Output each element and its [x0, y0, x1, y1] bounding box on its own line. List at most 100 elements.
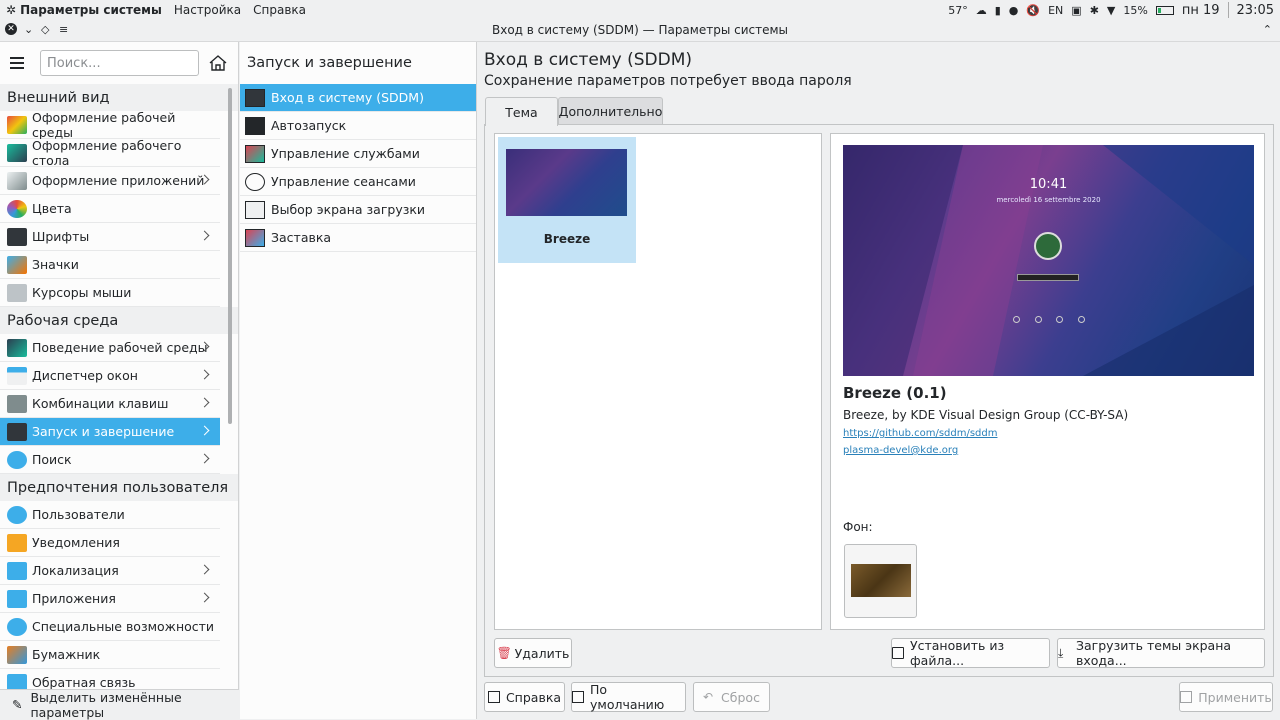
background-thumbnail — [851, 564, 911, 597]
sidebar-item[interactable]: Оформление рабочей среды — [0, 110, 220, 140]
search-icon — [7, 450, 27, 469]
sidebar-item[interactable]: Цвета — [0, 195, 220, 223]
sidebar-item-label: Оформление рабочего стола — [32, 137, 182, 168]
keyboard-layout[interactable]: EN — [1048, 4, 1063, 17]
wallet-icon — [7, 645, 27, 664]
subcategory-item[interactable]: Выбор экрана загрузки — [240, 196, 476, 224]
sidebar-item[interactable]: Запуск и завершение — [0, 418, 220, 446]
theme-email-link[interactable]: plasma-devel@kde.org — [843, 445, 958, 456]
chevron-right-icon — [199, 592, 210, 603]
sidebar-item[interactable]: Диспетчер окон — [0, 362, 220, 390]
sidebar-item[interactable]: Оформление приложений — [0, 167, 220, 195]
monitor-icon — [245, 88, 265, 107]
sidebar-item-label: Значки — [32, 257, 79, 272]
battery-percent[interactable]: 15% — [1123, 4, 1147, 17]
temperature-readout[interactable]: 57° — [948, 4, 968, 17]
sidebar-item[interactable]: Локализация — [0, 557, 220, 585]
sidebar-item[interactable]: Пользователи — [0, 501, 220, 529]
volume-muted-icon[interactable]: 🔇 — [1026, 4, 1040, 17]
theme-thumbnail — [506, 149, 627, 216]
day-label[interactable]: пн 19 — [1182, 3, 1220, 18]
tab-theme[interactable]: Тема — [485, 97, 558, 126]
download-themes-button[interactable]: ⤓ Загрузить темы экрана входа... — [1057, 638, 1265, 668]
clipboard-icon[interactable]: ▮ — [995, 4, 1001, 17]
sidebar-item[interactable]: Оформление рабочего стола — [0, 137, 220, 168]
delete-button[interactable]: 🗑 Удалить — [494, 638, 572, 668]
apply-label: Применить — [1198, 689, 1272, 705]
sidebar-item[interactable]: Бумажник — [0, 641, 220, 669]
menu-settings[interactable]: Настройка — [174, 3, 241, 17]
sidebar-item-label: Пользователи — [32, 507, 125, 522]
theme-preview-image: 10:41 mercoledì 16 settembre 2020 — [843, 145, 1254, 376]
reset-button[interactable]: ↶ Сброс — [693, 682, 770, 712]
accessibility-icon — [7, 617, 27, 636]
reset-label: Сброс — [721, 689, 760, 705]
app-menu-title[interactable]: Параметры системы — [20, 3, 162, 17]
network-icon[interactable]: ▣ — [1071, 4, 1081, 17]
subcategory-item[interactable]: Автозапуск — [240, 112, 476, 140]
subcategory-item[interactable]: Управление сеансами — [240, 168, 476, 196]
sidebar-category-list: Внешний вид Оформление рабочей среды Оформ… — [0, 84, 238, 697]
highlight-changed-button[interactable]: ✎ Выделить изменённые параметры — [0, 689, 239, 720]
bluetooth-icon[interactable]: ✱ — [1090, 4, 1099, 17]
chevron-right-icon — [199, 369, 210, 380]
sidebar-item-label: Локализация — [32, 563, 119, 578]
sidebar-item-label: Цвета — [32, 201, 72, 216]
subcategory-item-label: Заставка — [271, 230, 332, 245]
sidebar-item[interactable]: Поведение рабочей среды — [0, 334, 220, 362]
tab-advanced[interactable]: Дополнительно — [558, 97, 663, 125]
subcategory-item-label: Управление сеансами — [271, 174, 416, 189]
subcategory-item[interactable]: Вход в систему (SDDM) — [240, 84, 476, 112]
theme-detail-title: Breeze (0.1) — [843, 384, 947, 402]
sidebar-category-header: Предпочтения пользователя — [0, 474, 238, 501]
notification-icon[interactable]: ● — [1009, 4, 1019, 17]
sidebar-item-label: Обратная связь — [32, 675, 136, 690]
home-icon[interactable] — [208, 54, 228, 72]
help-button[interactable]: Справка — [484, 682, 565, 712]
chevron-right-icon — [199, 397, 210, 408]
weather-icon[interactable]: ☁ — [976, 4, 987, 17]
background-image-button[interactable] — [844, 544, 917, 618]
menu-help[interactable]: Справка — [253, 3, 306, 17]
cursor-icon — [7, 283, 27, 302]
theme-card-name: Breeze — [543, 232, 591, 246]
sidebar-item-label: Шрифты — [32, 229, 90, 244]
screen-locker-icon — [245, 228, 265, 247]
maximize-icon[interactable]: ⌃ — [1263, 23, 1272, 36]
bell-icon — [7, 533, 27, 552]
apply-icon — [1180, 691, 1193, 703]
tray-expand-icon[interactable]: ▼ — [1107, 4, 1115, 17]
install-from-file-button[interactable]: Установить из файла... — [891, 638, 1050, 668]
sidebar-item[interactable]: Курсоры мыши — [0, 279, 220, 307]
install-from-file-label: Установить из файла... — [910, 638, 1005, 668]
preview-date: mercoledì 16 settembre 2020 — [996, 196, 1101, 204]
subcategory-item[interactable]: Заставка — [240, 224, 476, 252]
sidebar-item[interactable]: Приложения — [0, 585, 220, 613]
preview-actions — [1013, 316, 1085, 328]
pen-icon: ✎ — [12, 697, 23, 712]
sidebar-item-label: Комбинации клавиш — [32, 396, 169, 411]
highlight-changed-label: Выделить изменённые параметры — [30, 689, 182, 720]
sidebar-item[interactable]: Поиск — [0, 446, 220, 474]
sidebar-item[interactable]: Значки — [0, 251, 220, 279]
app-launcher-icon[interactable]: ✲ — [6, 3, 16, 17]
preview-clock: 10:41 — [1029, 177, 1068, 192]
hamburger-menu-icon[interactable] — [8, 56, 26, 70]
sidebar-item[interactable]: Уведомления — [0, 529, 220, 557]
clock[interactable]: 23:05 — [1237, 3, 1274, 18]
startup-icon — [7, 422, 27, 441]
theme-website-link[interactable]: https://github.com/sddm/sddm — [843, 428, 997, 439]
sidebar-item[interactable]: Шрифты — [0, 223, 220, 251]
session-icon — [245, 172, 265, 191]
defaults-button[interactable]: По умолчанию — [571, 682, 686, 712]
sidebar-item[interactable]: Комбинации клавиш — [0, 390, 220, 418]
chevron-right-icon — [199, 425, 210, 436]
battery-icon[interactable] — [1155, 5, 1174, 15]
theme-card-breeze[interactable]: Breeze — [498, 137, 636, 263]
search-input[interactable] — [40, 50, 199, 76]
subcategory-item[interactable]: Управление службами — [240, 140, 476, 168]
sidebar-item[interactable]: Специальные возможности — [0, 613, 220, 641]
apply-button[interactable]: Применить — [1179, 682, 1273, 712]
subcategory-item-label: Вход в систему (SDDM) — [271, 90, 424, 105]
sidebar-scrollbar[interactable] — [228, 88, 232, 424]
